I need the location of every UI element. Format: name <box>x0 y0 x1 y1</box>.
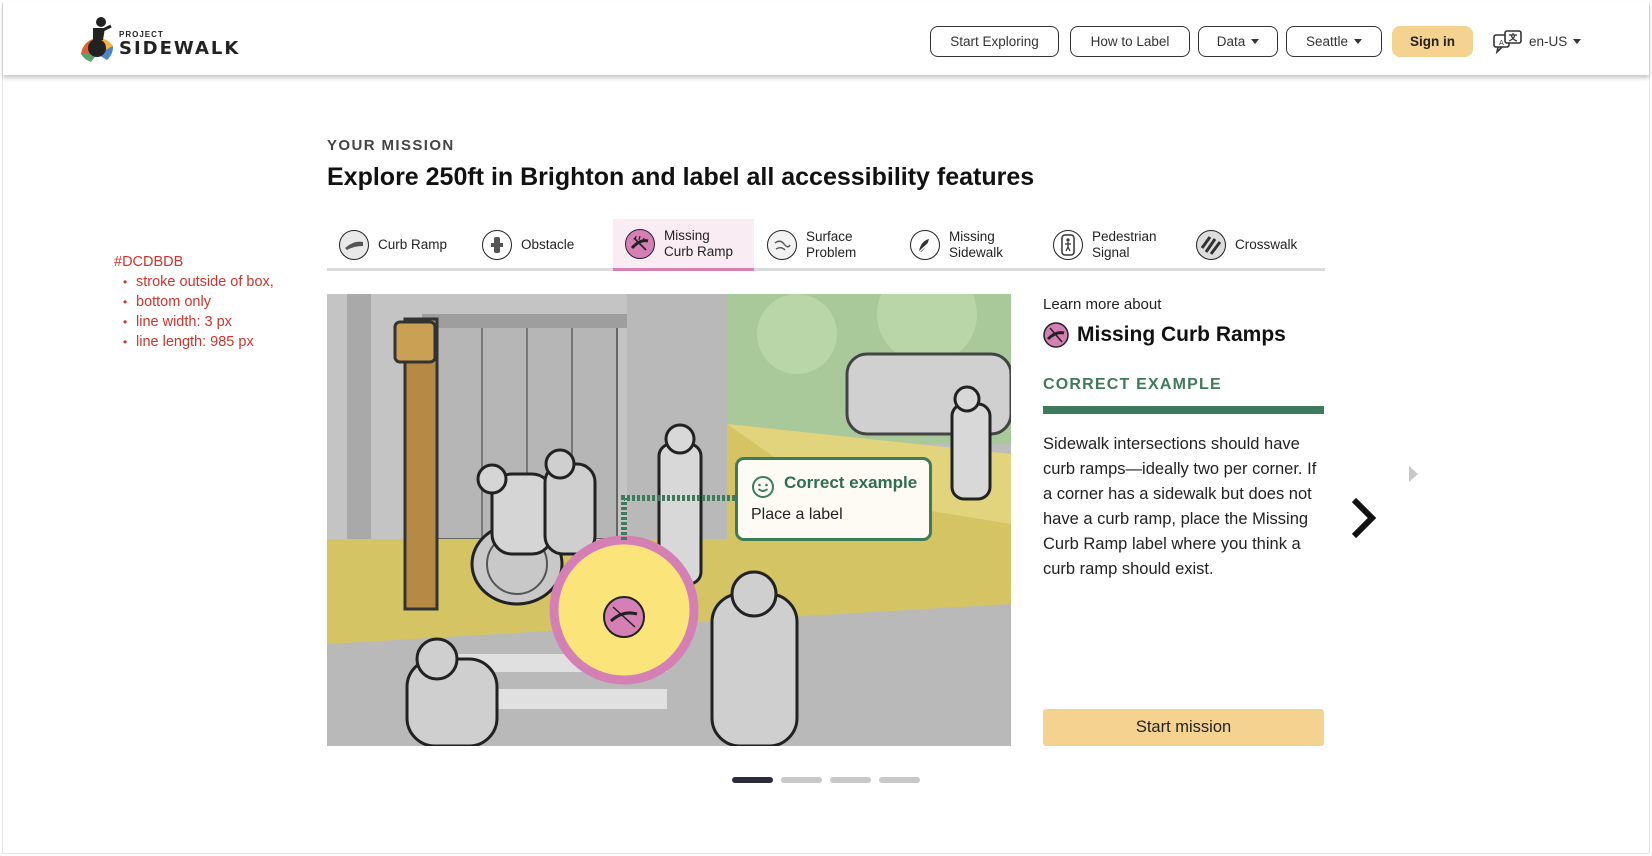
start-mission-button[interactable]: Start mission <box>1043 709 1324 746</box>
annotation-note: line length: 985 px <box>114 332 274 352</box>
tab-label-line2: Signal <box>1092 245 1130 260</box>
sign-in-label: Sign in <box>1410 34 1455 49</box>
tab-surface-problem[interactable]: Surface Problem <box>755 219 897 271</box>
language-icon: A <box>1493 29 1522 54</box>
tooltip-title: Correct example <box>784 473 918 492</box>
tab-label-line2: Problem <box>806 245 857 260</box>
start-exploring-label: Start Exploring <box>950 34 1039 49</box>
annotation-note: bottom only <box>114 292 274 312</box>
sign-in-button[interactable]: Sign in <box>1392 26 1473 57</box>
carousel-dot[interactable] <box>732 777 773 783</box>
tab-pedestrian-signal[interactable]: Pedestrian Signal <box>1041 219 1183 271</box>
missing-curb-ramp-icon <box>1043 322 1069 348</box>
top-navbar: PROJECT SIDEWALK Start Exploring How to … <box>3 2 1649 75</box>
missing-curb-ramp-icon <box>625 228 655 259</box>
tab-label: Missing Sidewalk <box>949 229 1003 261</box>
how-to-label-button[interactable]: How to Label <box>1070 26 1190 57</box>
tab-obstacle[interactable]: Obstacle <box>470 219 612 271</box>
crosswalk-icon <box>1196 230 1226 260</box>
tab-label-line1: Missing <box>664 227 710 243</box>
pedestrian-signal-icon <box>1053 230 1083 260</box>
chevron-right-icon <box>1351 497 1377 539</box>
tab-label: Obstacle <box>521 237 575 252</box>
tab-label: Missing Curb Ramp <box>664 228 733 260</box>
data-dropdown-label: Data <box>1216 34 1246 49</box>
language-selector[interactable]: A en-US <box>1493 26 1582 57</box>
tab-label: Surface Problem <box>806 229 856 261</box>
logo-text-sidewalk: SIDEWALK <box>119 38 241 59</box>
tab-label-line1: Pedestrian <box>1092 229 1157 244</box>
next-slide-button[interactable] <box>1348 496 1378 545</box>
language-label: en-US <box>1529 34 1568 49</box>
learn-more-label: Learn more about <box>1043 296 1162 313</box>
carousel-dot[interactable] <box>781 777 822 783</box>
tab-missing-curb-ramp[interactable]: Missing Curb Ramp <box>613 219 754 271</box>
svg-text:A: A <box>1499 39 1504 47</box>
how-to-label-label: How to Label <box>1090 34 1170 49</box>
chevron-down-icon <box>1573 39 1582 44</box>
start-exploring-button[interactable]: Start Exploring <box>930 26 1059 57</box>
correct-example-bar <box>1043 406 1324 414</box>
obstacle-icon <box>482 230 512 260</box>
data-dropdown-button[interactable]: Data <box>1198 26 1278 57</box>
tab-curb-ramp[interactable]: Curb Ramp <box>327 219 469 271</box>
annotation-note: stroke outside of box, <box>114 272 274 292</box>
logo-mark-icon <box>81 17 114 62</box>
chevron-down-icon <box>1251 39 1260 44</box>
curb-ramp-icon <box>339 230 369 260</box>
surface-problem-icon <box>767 230 797 260</box>
tab-label-line2: Sidewalk <box>949 245 1004 260</box>
correct-example-tooltip: Correct example Place a label <box>735 457 932 541</box>
chevron-down-icon <box>1354 39 1363 44</box>
city-dropdown-label: Seattle <box>1305 34 1349 49</box>
smiley-icon <box>752 476 774 498</box>
tab-label-line1: Missing <box>949 229 995 244</box>
mission-label: YOUR MISSION <box>327 137 455 154</box>
label-type-tabs: Curb Ramp Obstacle Missing Curb Ramp Surf… <box>327 219 1325 271</box>
label-type-heading: Missing Curb Ramps <box>1043 322 1286 348</box>
carousel-dot[interactable] <box>879 777 920 783</box>
caret-right-icon <box>1409 466 1418 482</box>
label-description: Sidewalk intersections should have curb … <box>1043 435 1317 578</box>
annotation-note: line width: 3 px <box>114 312 274 332</box>
carousel-indicators <box>732 777 920 783</box>
tooltip-subtitle: Place a label <box>751 506 843 523</box>
tab-label: Curb Ramp <box>378 237 448 252</box>
tab-label: Pedestrian Signal <box>1092 229 1157 261</box>
annotation-color-code: #DCDBDB <box>114 254 184 270</box>
tab-missing-sidewalk[interactable]: Missing Sidewalk <box>898 219 1040 271</box>
start-mission-label: Start mission <box>1135 718 1232 736</box>
correct-example-heading: CORRECT EXAMPLE <box>1043 376 1222 393</box>
mission-title: Explore 250ft in Brighton and label all … <box>327 163 1035 191</box>
carousel-dot[interactable] <box>830 777 871 783</box>
city-dropdown-button[interactable]: Seattle <box>1286 26 1382 57</box>
tab-label: Crosswalk <box>1235 237 1298 252</box>
label-type-title: Missing Curb Ramps <box>1077 323 1286 346</box>
project-sidewalk-logo[interactable]: PROJECT SIDEWALK <box>77 16 247 64</box>
tab-crosswalk[interactable]: Crosswalk <box>1184 219 1325 271</box>
design-annotation: #DCDBDB stroke outside of box, bottom on… <box>114 252 274 352</box>
tab-label-line1: Surface <box>806 229 853 244</box>
missing-sidewalk-icon <box>910 230 940 260</box>
annotation-notes: stroke outside of box, bottom only line … <box>114 272 274 352</box>
tab-label-line2: Curb Ramp <box>664 243 734 259</box>
